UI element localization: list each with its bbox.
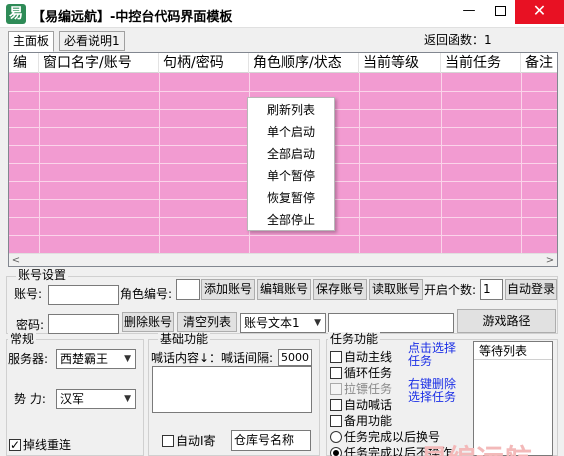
checkbox-icon	[330, 367, 342, 379]
checkbox-icon	[330, 399, 342, 411]
password-label: 密码:	[16, 318, 45, 332]
game-path-button[interactable]: 游戏路径	[457, 309, 556, 333]
backup-function-label: 备用功能	[344, 414, 393, 428]
role-number-input[interactable]	[176, 279, 200, 300]
checkbox-checked-icon	[9, 437, 21, 453]
click-select-task-hint: 点击选择任务	[408, 341, 457, 368]
radio-selected-icon	[330, 447, 342, 456]
delete-account-button[interactable]: 删除账号	[122, 312, 174, 332]
auto-mainline-checkbox[interactable]: 自动主线	[330, 349, 392, 365]
horizontal-scrollbar[interactable]: < >	[9, 253, 557, 266]
role-number-label: 角色编号:	[120, 287, 173, 301]
reconnect-label: 掉线重连	[23, 438, 72, 452]
auto-mainline-label: 自动主线	[344, 350, 393, 364]
auto-send-checkbox[interactable]: 自动I寄	[162, 433, 216, 449]
read-account-button[interactable]: 读取账号	[369, 279, 423, 300]
loop-task-label: 循环任务	[344, 366, 393, 380]
faction-select-value: 汉军	[60, 392, 85, 406]
watermark-logo: 易编远航	[420, 438, 532, 456]
escort-task-label: 拉镖任务	[344, 382, 393, 396]
menu-item-resume-pause[interactable]: 恢复暂停	[248, 187, 334, 209]
right-click-delete-hint: 右键删除选择任务	[408, 377, 457, 404]
list-header: 编 窗口名字/账号 句柄/密码 角色顺序/状态 当前等级 当前任务 备注	[9, 53, 557, 73]
basic-functions-title: 基础功能	[158, 332, 211, 346]
app-logo-icon: 易	[6, 4, 26, 24]
chevron-down-icon: ▼	[124, 354, 131, 364]
checkbox-icon	[330, 415, 342, 427]
reconnect-checkbox[interactable]: 掉线重连	[9, 437, 71, 453]
shout-content-textarea[interactable]	[152, 366, 312, 413]
shout-content-label: 喊话内容↓：喊话间隔:	[151, 351, 274, 365]
add-account-button[interactable]: 添加账号	[201, 279, 255, 300]
column-header-handle-password[interactable]: 句柄/密码	[159, 53, 249, 73]
account-file-select[interactable]: 账号文本1 ▼	[240, 313, 326, 333]
open-count-label: 开启个数:	[424, 283, 477, 297]
server-select-value: 西楚霸王	[60, 352, 109, 366]
close-button[interactable]: ✕	[515, 0, 564, 24]
minimize-button[interactable]: —	[455, 0, 483, 24]
open-count-input[interactable]: 1	[480, 279, 503, 300]
auto-shout-label: 自动喊话	[344, 398, 393, 412]
faction-label: 势 力:	[14, 392, 46, 406]
checkbox-icon	[330, 351, 342, 363]
account-label: 账号:	[14, 287, 43, 301]
title-bar: 易 【易编远航】-中控台代码界面模板 — ✕	[0, 0, 564, 28]
menu-item-single-start[interactable]: 单个启动	[248, 121, 334, 143]
column-header-window-account[interactable]: 窗口名字/账号	[39, 53, 159, 73]
context-menu: 刷新列表 单个启动 全部启动 单个暂停 恢复暂停 全部停止	[247, 97, 335, 231]
column-header-task[interactable]: 当前任务	[441, 53, 521, 73]
column-header-role-status[interactable]: 角色顺序/状态	[249, 53, 359, 73]
auto-login-button[interactable]: 自动登录	[505, 279, 557, 300]
escort-task-checkbox: 拉镖任务	[330, 381, 392, 397]
radio-icon	[330, 431, 342, 443]
backup-function-checkbox[interactable]: 备用功能	[330, 413, 392, 429]
auto-send-label: 自动I寄	[176, 434, 216, 448]
menu-item-start-all[interactable]: 全部启动	[248, 143, 334, 165]
tab-main-panel[interactable]: 主面板	[8, 31, 55, 52]
wait-list-header: 等待列表	[474, 342, 552, 360]
maximize-button[interactable]	[486, 0, 514, 24]
game-path-input[interactable]	[328, 313, 454, 333]
checkbox-icon	[330, 383, 342, 395]
account-file-select-value: 账号文本1	[244, 316, 300, 330]
save-account-button[interactable]: 保存账号	[313, 279, 367, 300]
column-header-index[interactable]: 编	[9, 53, 39, 73]
scroll-right-icon[interactable]: >	[543, 254, 557, 266]
clear-list-button[interactable]: 清空列表	[177, 312, 237, 332]
column-header-note[interactable]: 备注	[521, 53, 557, 73]
menu-item-single-pause[interactable]: 单个暂停	[248, 165, 334, 187]
chevron-down-icon: ▼	[124, 394, 131, 404]
auto-shout-checkbox[interactable]: 自动喊话	[330, 397, 392, 413]
shout-interval-input[interactable]: 5000	[278, 349, 312, 366]
loop-task-checkbox[interactable]: 循环任务	[330, 365, 392, 381]
tab-must-read[interactable]: 必看说明1	[59, 31, 125, 51]
task-functions-title: 任务功能	[328, 332, 381, 346]
menu-item-stop-all[interactable]: 全部停止	[248, 209, 334, 231]
edit-account-button[interactable]: 编辑账号	[257, 279, 311, 300]
checkbox-icon	[162, 435, 174, 447]
return-count-label: 返回函数：1	[424, 33, 492, 47]
server-select[interactable]: 西楚霸王 ▼	[56, 349, 136, 369]
faction-select[interactable]: 汉军 ▼	[56, 389, 136, 409]
chevron-down-icon: ▼	[314, 318, 321, 328]
maximize-icon	[494, 6, 506, 16]
server-label: 服务器:	[8, 352, 49, 366]
password-input[interactable]	[48, 314, 119, 334]
menu-item-refresh-list[interactable]: 刷新列表	[248, 99, 334, 121]
column-header-level[interactable]: 当前等级	[359, 53, 441, 73]
account-settings-title: 账号设置	[16, 268, 69, 282]
general-group-title: 常规	[8, 332, 37, 346]
account-input[interactable]	[48, 285, 119, 305]
window-title: 【易编远航】-中控台代码界面模板	[32, 10, 233, 25]
warehouse-name-input[interactable]: 仓库号名称	[231, 430, 311, 451]
scroll-left-icon[interactable]: <	[9, 254, 23, 266]
